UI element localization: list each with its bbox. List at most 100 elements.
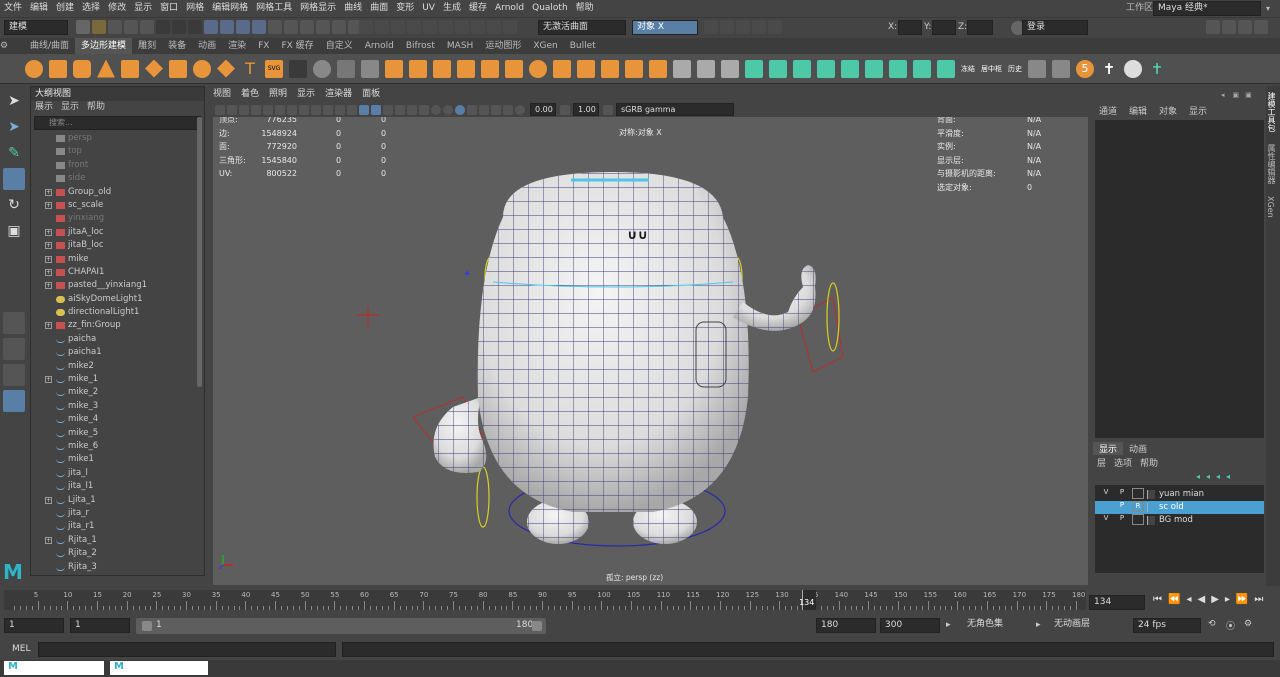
extrude-icon[interactable] xyxy=(409,59,427,78)
hypershade-icon[interactable] xyxy=(752,20,766,34)
cb-arrow-icon[interactable]: ◂ xyxy=(1221,91,1225,99)
x-field[interactable] xyxy=(898,20,922,35)
vp-dof-icon[interactable] xyxy=(503,104,513,115)
layer-visibility-toggle[interactable]: V xyxy=(1100,488,1112,499)
anim-end-field[interactable]: 180 xyxy=(816,618,876,633)
shelf-tab[interactable]: Bifrost xyxy=(400,38,441,54)
cylindrical-map-icon[interactable] xyxy=(793,59,811,78)
svg-tool-icon[interactable]: SVG xyxy=(265,59,283,78)
layer-menu-item[interactable]: 帮助 xyxy=(1136,456,1162,469)
boolean-icon[interactable] xyxy=(529,59,547,78)
menu-item[interactable]: Arnold xyxy=(491,0,528,17)
unfold-icon[interactable] xyxy=(865,59,883,78)
poly-disc-icon[interactable] xyxy=(169,59,187,78)
char-set-icon[interactable]: ▸ xyxy=(946,620,951,630)
auto-key-icon[interactable]: ⦿ xyxy=(1226,619,1235,632)
anim-layer-icon[interactable]: ▸ xyxy=(1036,620,1041,630)
vp-xray-icon[interactable] xyxy=(431,104,441,115)
gamma-field[interactable]: 1.00 xyxy=(573,103,599,116)
vp-field-chart-icon[interactable] xyxy=(335,104,345,115)
range-handle-start-icon[interactable] xyxy=(142,621,152,631)
append-poly-icon[interactable] xyxy=(505,59,523,78)
y-field[interactable] xyxy=(932,20,956,35)
vp-aa-icon[interactable] xyxy=(491,104,501,115)
freeze-button[interactable]: 冻结 xyxy=(961,64,975,74)
menu-item[interactable]: 曲面 xyxy=(366,0,392,17)
mask-multi-icon[interactable] xyxy=(268,20,282,34)
command-input[interactable] xyxy=(38,642,336,657)
playback-prefs-icon[interactable]: ⚙ xyxy=(1244,619,1252,629)
menu-item[interactable]: 文件 xyxy=(0,0,26,17)
outliner-item[interactable]: + Rjita_1 xyxy=(31,534,204,547)
custom-five-icon[interactable]: 5 xyxy=(1076,59,1094,78)
viewport-menu-item[interactable]: 显示 xyxy=(292,88,320,101)
poly-torus-icon[interactable] xyxy=(145,59,163,78)
login-dropdown[interactable]: 登录 xyxy=(1022,20,1088,35)
channel-box-menu-item[interactable]: 编辑 xyxy=(1123,104,1153,117)
outliner-item[interactable]: aiSkyDomeLight1 xyxy=(31,293,204,306)
outliner-item[interactable]: + mike_1 xyxy=(31,373,204,386)
menu-item[interactable]: 选择 xyxy=(78,0,104,17)
human-ik-icon[interactable]: ✝ xyxy=(1148,60,1166,78)
start-time-field[interactable]: 1 xyxy=(4,618,64,633)
layer-playback-toggle[interactable]: P xyxy=(1116,488,1128,499)
expand-icon[interactable]: + xyxy=(45,255,52,263)
vp-exposure-icon[interactable] xyxy=(515,104,525,115)
output-ops-icon[interactable] xyxy=(471,20,485,34)
select-tool-icon[interactable]: ➤ xyxy=(3,90,25,112)
outliner-item[interactable]: top xyxy=(31,145,204,158)
minimized-window-2[interactable]: M xyxy=(110,661,208,675)
reduce-icon[interactable] xyxy=(553,59,571,78)
poly-sphere-icon[interactable] xyxy=(25,59,43,78)
menu-item[interactable]: Qualoth xyxy=(528,0,572,17)
outliner-item[interactable]: Rjita_3 xyxy=(31,561,204,574)
remesh-icon[interactable] xyxy=(577,59,595,78)
outliner-item[interactable]: + sc_scale xyxy=(31,199,204,212)
layer-move-up-icon[interactable]: ◂ xyxy=(1196,472,1200,481)
layer-reference-toggle[interactable] xyxy=(1132,488,1144,499)
current-frame-field[interactable]: 134 xyxy=(1089,595,1145,610)
shelf-tab[interactable]: 雕刻 xyxy=(132,38,162,54)
menu-item[interactable]: 编辑网格 xyxy=(208,0,252,17)
mask-dynamics-icon[interactable] xyxy=(316,20,330,34)
vp-color-mgmt-icon[interactable] xyxy=(603,104,613,115)
shelf-tab[interactable]: MASH xyxy=(441,38,479,54)
step-forward-frame-icon[interactable]: ▸ xyxy=(1225,594,1230,605)
layer-playback-toggle[interactable]: P xyxy=(1116,514,1128,525)
vp-bookmark-icon[interactable] xyxy=(239,104,249,115)
vp-film-gate-icon[interactable] xyxy=(299,104,309,115)
construction-history-icon[interactable] xyxy=(487,20,501,34)
shelf-tab[interactable]: 动画 xyxy=(192,38,222,54)
z-field[interactable] xyxy=(967,20,993,35)
expand-icon[interactable]: + xyxy=(45,268,52,276)
menu-item[interactable]: 变形 xyxy=(392,0,418,17)
vp-backface-icon[interactable] xyxy=(467,104,477,115)
viewport-menu-item[interactable]: 视图 xyxy=(208,88,236,101)
menu-item[interactable]: 修改 xyxy=(104,0,130,17)
outliner-menu-item[interactable]: 显示 xyxy=(57,101,83,114)
cb-float-icon[interactable]: ▣ xyxy=(1245,91,1252,99)
poly-plane-icon[interactable] xyxy=(121,59,139,78)
expand-icon[interactable]: + xyxy=(45,201,52,209)
layer-visibility-toggle[interactable]: V xyxy=(1100,514,1112,525)
vp-grid-icon[interactable] xyxy=(287,104,297,115)
outliner-item[interactable]: mike_3 xyxy=(31,400,204,413)
select-hierarchy-icon[interactable] xyxy=(156,20,170,34)
target-weld-icon[interactable] xyxy=(697,59,715,78)
vp-camera-attr-icon[interactable] xyxy=(227,104,237,115)
menu-item[interactable]: 编辑 xyxy=(26,0,52,17)
layer-tab[interactable]: 显示 xyxy=(1093,442,1124,455)
panel-toggle-1-icon[interactable] xyxy=(1206,20,1220,34)
four-view-icon[interactable] xyxy=(3,338,25,360)
outliner-item[interactable]: persp xyxy=(31,132,204,145)
shelf-tab[interactable]: FX 缓存 xyxy=(275,38,319,54)
input-ops-icon[interactable] xyxy=(455,20,469,34)
shelf-gear-icon[interactable]: ⚙ xyxy=(0,38,24,54)
outliner-item[interactable]: side xyxy=(31,172,204,185)
edge-loop-icon[interactable] xyxy=(721,59,739,78)
panel-toggle-3-icon[interactable] xyxy=(1238,20,1252,34)
expand-icon[interactable]: + xyxy=(45,322,52,330)
select-object-icon[interactable] xyxy=(172,20,186,34)
move-tool-icon[interactable] xyxy=(3,168,25,190)
lasso-tool-icon[interactable]: ➤ xyxy=(3,116,25,138)
